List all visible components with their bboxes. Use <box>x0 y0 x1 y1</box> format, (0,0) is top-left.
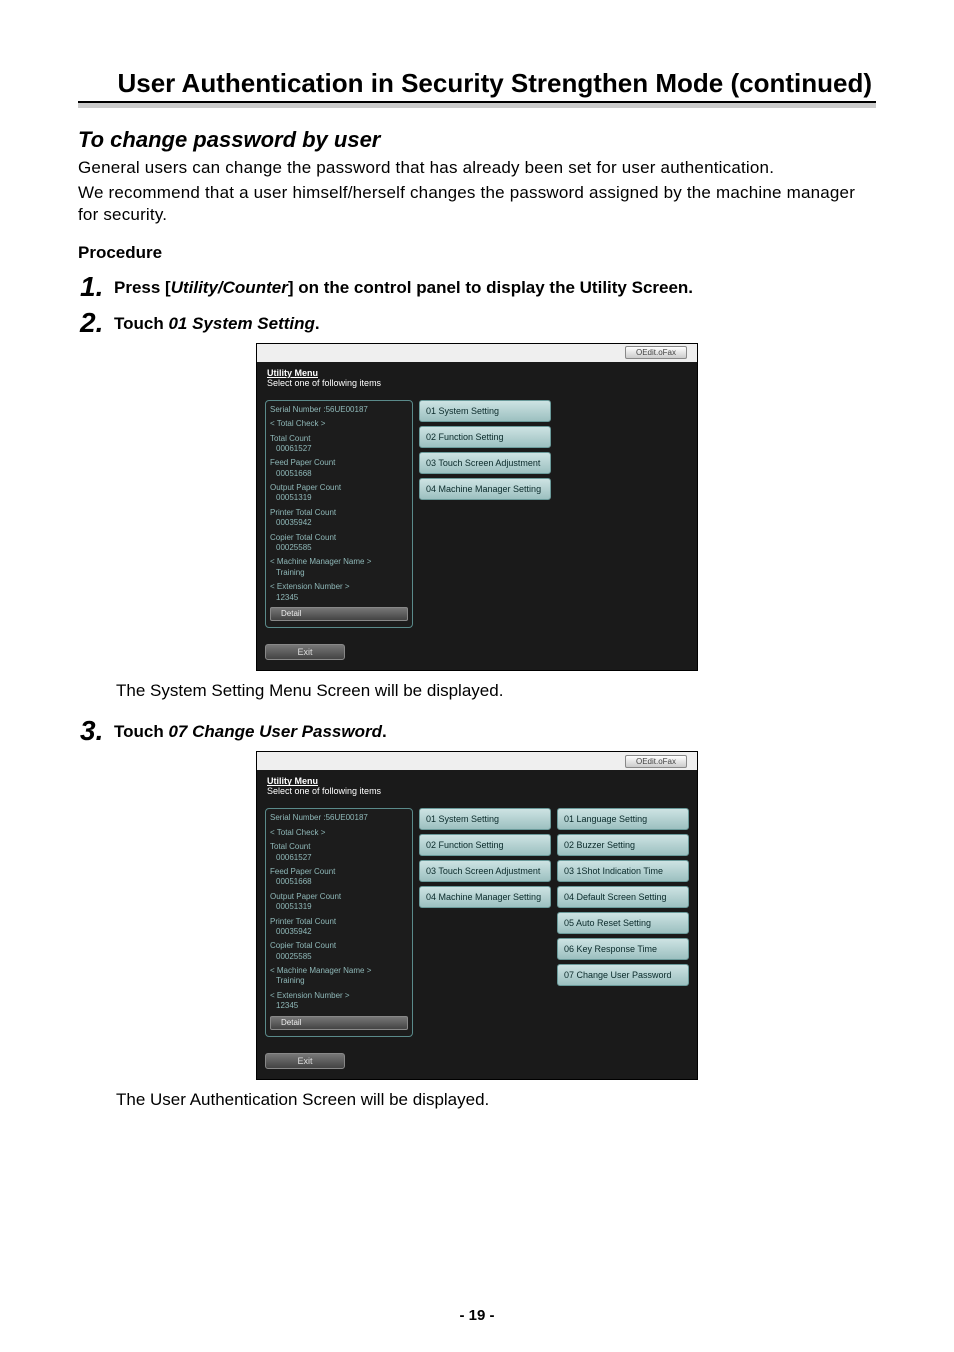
step-1-post: ] on the control panel to display the Ut… <box>288 278 693 297</box>
ss1-output-value: 00051319 <box>270 493 408 503</box>
ss1-serial-label: Serial Number : <box>270 405 326 414</box>
step-3-text: Touch 07 Change User Password. <box>114 715 876 745</box>
step-3-pre: Touch <box>114 722 168 741</box>
ss1-header-line1: Utility Menu <box>267 368 687 378</box>
ss2-submenu-column: 01 Language Setting 02 Buzzer Setting 03… <box>557 808 689 1037</box>
ss2-sub-07-change-user-password[interactable]: 07 Change User Password <box>557 964 689 986</box>
ss2-item-03-touch-screen-adjustment[interactable]: 03 Touch Screen Adjustment <box>419 860 551 882</box>
ss2-serial-value: 56UE00187 <box>326 813 368 822</box>
utility-menu-screenshot-1: OEdit.oFax Utility Menu Select one of fo… <box>256 343 698 672</box>
ss1-item-02-function-setting[interactable]: 02 Function Setting <box>419 426 551 448</box>
step-1-number: 1. <box>80 271 114 301</box>
step-1: 1. Press [Utility/Counter] on the contro… <box>80 271 876 301</box>
ss1-copier-value: 00025585 <box>270 543 408 553</box>
ss2-header-line2: Select one of following items <box>267 786 687 796</box>
step-3-caption: The User Authentication Screen will be d… <box>116 1090 876 1110</box>
step-3-number: 3. <box>80 715 114 745</box>
step-2-number: 2. <box>80 307 114 337</box>
step-2-caption: The System Setting Menu Screen will be d… <box>116 681 876 701</box>
procedure-label: Procedure <box>78 243 876 263</box>
ss2-sub-01-language-setting[interactable]: 01 Language Setting <box>557 808 689 830</box>
ss2-sub-02-buzzer-setting[interactable]: 02 Buzzer Setting <box>557 834 689 856</box>
step-2-ital: 01 System Setting <box>168 314 314 333</box>
ss1-menu-column: 01 System Setting 02 Function Setting 03… <box>419 400 551 629</box>
ss1-serial-value: 56UE00187 <box>326 405 368 414</box>
ss1-header-line2: Select one of following items <box>267 378 687 388</box>
section-heading: To change password by user <box>78 127 876 153</box>
ss1-header: Utility Menu Select one of following ite… <box>257 362 697 396</box>
ss2-exit-button[interactable]: Exit <box>265 1053 345 1069</box>
ss2-ext-label: < Extension Number > <box>270 991 408 1001</box>
ss2-item-01-system-setting[interactable]: 01 System Setting <box>419 808 551 830</box>
step-2-post: . <box>315 314 320 333</box>
ss2-output-label: Output Paper Count <box>270 892 408 902</box>
ss1-exit-button[interactable]: Exit <box>265 644 345 660</box>
ss2-feed-value: 00051668 <box>270 877 408 887</box>
ss1-ext-value: 12345 <box>270 593 408 603</box>
utility-menu-screenshot-2: OEdit.oFax Utility Menu Select one of fo… <box>256 751 698 1080</box>
intro-paragraph-2: We recommend that a user himself/herself… <box>78 182 876 225</box>
ss2-feed-label: Feed Paper Count <box>270 867 408 877</box>
ss2-menu-column: 01 System Setting 02 Function Setting 03… <box>419 808 551 1037</box>
ss1-total-count-label: Total Count <box>270 434 408 444</box>
step-3-post: . <box>382 722 387 741</box>
ss1-feed-value: 00051668 <box>270 469 408 479</box>
ss2-copier-label: Copier Total Count <box>270 941 408 951</box>
ss1-feed-label: Feed Paper Count <box>270 458 408 468</box>
step-2-pre: Touch <box>114 314 168 333</box>
ss1-detail-button[interactable]: Detail <box>270 607 408 621</box>
ss1-printer-label: Printer Total Count <box>270 508 408 518</box>
ss2-serial-label: Serial Number : <box>270 813 326 822</box>
ss2-header-line1: Utility Menu <box>267 776 687 786</box>
ss2-item-04-machine-manager-setting[interactable]: 04 Machine Manager Setting <box>419 886 551 908</box>
ss1-total-count-value: 00061527 <box>270 444 408 454</box>
ss1-mgr-label: < Machine Manager Name > <box>270 557 408 567</box>
intro-paragraph-1: General users can change the password th… <box>78 157 876 178</box>
ss2-printer-value: 00035942 <box>270 927 408 937</box>
step-2-text: Touch 01 System Setting. <box>114 307 876 337</box>
ss2-sub-06-key-response-time[interactable]: 06 Key Response Time <box>557 938 689 960</box>
ss1-total-check: < Total Check > <box>270 419 408 429</box>
ss2-total-check: < Total Check > <box>270 828 408 838</box>
ss2-total-count-label: Total Count <box>270 842 408 852</box>
step-1-ital: Utility/Counter <box>171 278 288 297</box>
ss1-item-04-machine-manager-setting[interactable]: 04 Machine Manager Setting <box>419 478 551 500</box>
ss2-status-tab[interactable]: OEdit.oFax <box>625 755 687 768</box>
ss2-ext-value: 12345 <box>270 1001 408 1011</box>
step-3-ital: 07 Change User Password <box>168 722 382 741</box>
ss2-mgr-label: < Machine Manager Name > <box>270 966 408 976</box>
ss2-sidebar: Serial Number :56UE00187 < Total Check >… <box>265 808 413 1037</box>
ss1-copier-label: Copier Total Count <box>270 533 408 543</box>
ss2-item-02-function-setting[interactable]: 02 Function Setting <box>419 834 551 856</box>
ss2-sub-04-default-screen-setting[interactable]: 04 Default Screen Setting <box>557 886 689 908</box>
ss2-copier-value: 00025585 <box>270 952 408 962</box>
step-3: 3. Touch 07 Change User Password. <box>80 715 876 745</box>
ss1-ext-label: < Extension Number > <box>270 582 408 592</box>
ss1-output-label: Output Paper Count <box>270 483 408 493</box>
ss2-detail-button[interactable]: Detail <box>270 1016 408 1030</box>
ss2-printer-label: Printer Total Count <box>270 917 408 927</box>
ss2-sub-05-auto-reset-setting[interactable]: 05 Auto Reset Setting <box>557 912 689 934</box>
ss1-mgr-value: Training <box>270 568 408 578</box>
ss1-submenu-column-empty <box>557 400 689 629</box>
page-number: - 19 - <box>0 1307 954 1324</box>
step-2: 2. Touch 01 System Setting. <box>80 307 876 337</box>
ss1-item-03-touch-screen-adjustment[interactable]: 03 Touch Screen Adjustment <box>419 452 551 474</box>
title-rule <box>78 101 876 111</box>
ss2-sub-03-1shot-indication-time[interactable]: 03 1Shot Indication Time <box>557 860 689 882</box>
step-1-text: Press [Utility/Counter] on the control p… <box>114 271 876 301</box>
ss2-output-value: 00051319 <box>270 902 408 912</box>
step-1-pre: Press [ <box>114 278 171 297</box>
page-title: User Authentication in Security Strength… <box>78 68 876 103</box>
ss2-mgr-value: Training <box>270 976 408 986</box>
ss1-item-01-system-setting[interactable]: 01 System Setting <box>419 400 551 422</box>
ss1-sidebar: Serial Number :56UE00187 < Total Check >… <box>265 400 413 629</box>
ss2-total-count-value: 00061527 <box>270 853 408 863</box>
ss1-printer-value: 00035942 <box>270 518 408 528</box>
ss1-status-tab[interactable]: OEdit.oFax <box>625 346 687 359</box>
ss2-header: Utility Menu Select one of following ite… <box>257 770 697 804</box>
